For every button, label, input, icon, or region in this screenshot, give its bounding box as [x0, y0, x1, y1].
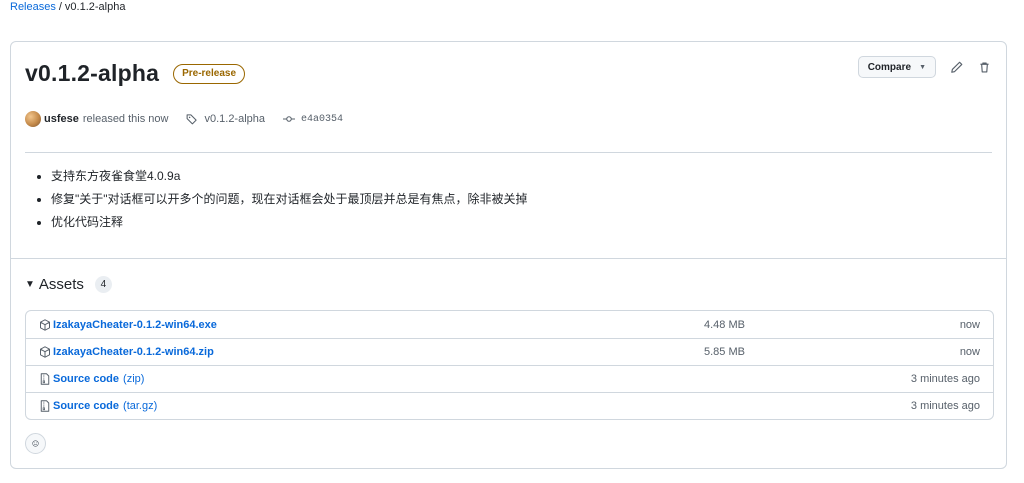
asset-name: Source code	[53, 373, 120, 385]
asset-time: now	[959, 318, 980, 331]
asset-size: 5.85 MB	[704, 346, 745, 358]
release-notes: 支持东方夜雀食堂4.0.9a 修复"关于"对话框可以开多个的问题，现在对话框会处…	[25, 165, 528, 234]
package-icon	[40, 346, 50, 358]
divider	[25, 152, 992, 153]
trash-icon[interactable]	[976, 59, 992, 75]
tag-link[interactable]: v0.1.2-alpha	[186, 113, 265, 125]
asset-name: IzakayaCheater-0.1.2-win64.zip	[53, 346, 214, 358]
triangle-down-icon: ▼	[919, 63, 926, 71]
asset-link[interactable]: IzakayaCheater-0.1.2-win64.zip	[39, 346, 214, 358]
release-note-item: 修复"关于"对话框可以开多个的问题，现在对话框会处于最顶层并总是有焦点，除非被关…	[51, 188, 528, 211]
asset-time: 3 minutes ago	[910, 373, 980, 385]
asset-name: Source code	[53, 400, 120, 412]
tag-label: v0.1.2-alpha	[204, 113, 266, 125]
asset-list: IzakayaCheater-0.1.2-win64.exe 4.48 MB n…	[25, 310, 994, 420]
asset-name: IzakayaCheater-0.1.2-win64.exe	[53, 318, 217, 331]
asset-row: IzakayaCheater-0.1.2-win64.exe 4.48 MB n…	[26, 311, 993, 338]
prerelease-badge: Pre-release	[173, 63, 246, 84]
git-commit-icon	[283, 116, 296, 122]
asset-size: 4.48 MB	[704, 318, 745, 331]
file-zip-icon	[40, 400, 50, 412]
add-reaction-button[interactable]	[25, 433, 46, 454]
avatar[interactable]	[25, 111, 41, 127]
asset-format: (tar.gz)	[123, 400, 158, 412]
file-zip-icon	[40, 373, 50, 385]
author-link[interactable]: usfese	[44, 113, 79, 125]
asset-time: 3 minutes ago	[910, 400, 980, 412]
release-title: v0.1.2-alpha	[25, 60, 160, 86]
breadcrumb-separator: /	[58, 1, 62, 13]
breadcrumb-releases-link[interactable]: Releases	[10, 1, 56, 13]
release-meta: usfese released this now v0.1.2-alpha e4…	[25, 111, 343, 127]
breadcrumb: Releases / v0.1.2-alpha	[10, 1, 125, 13]
asset-link[interactable]: Source code (tar.gz)	[39, 400, 157, 412]
asset-time: now	[959, 346, 980, 358]
pencil-icon[interactable]	[948, 59, 964, 75]
asset-link[interactable]: Source code (zip)	[39, 373, 144, 385]
asset-link[interactable]: IzakayaCheater-0.1.2-win64.exe	[39, 319, 217, 331]
compare-button[interactable]: Compare ▼	[857, 56, 936, 78]
triangle-down-icon: ▼	[25, 279, 35, 290]
released-text: released this now	[82, 113, 169, 125]
release-note-item: 支持东方夜雀食堂4.0.9a	[51, 165, 528, 188]
tag-icon	[187, 114, 198, 125]
assets-count-badge: 4	[94, 276, 112, 293]
smiley-icon	[32, 440, 39, 447]
commit-link[interactable]: e4a0354	[283, 113, 343, 125]
breadcrumb-current: v0.1.2-alpha	[64, 1, 126, 13]
release-actions: Compare ▼	[857, 56, 992, 78]
release-card: v0.1.2-alpha Pre-release Compare ▼ usfes…	[10, 41, 1007, 469]
package-icon	[40, 318, 50, 331]
compare-label: Compare	[867, 61, 912, 73]
release-note-item: 优化代码注释	[51, 211, 528, 234]
divider	[11, 258, 1006, 259]
asset-row: Source code (zip) 3 minutes ago	[26, 365, 993, 392]
assets-heading: Assets	[38, 276, 84, 293]
release-title-row: v0.1.2-alpha Pre-release	[25, 60, 246, 87]
commit-hash: e4a0354	[301, 113, 344, 125]
asset-format: (zip)	[123, 373, 145, 385]
asset-row: IzakayaCheater-0.1.2-win64.zip 5.85 MB n…	[26, 338, 993, 365]
asset-row: Source code (tar.gz) 3 minutes ago	[26, 392, 993, 419]
assets-toggle[interactable]: ▼ Assets 4	[25, 276, 112, 293]
